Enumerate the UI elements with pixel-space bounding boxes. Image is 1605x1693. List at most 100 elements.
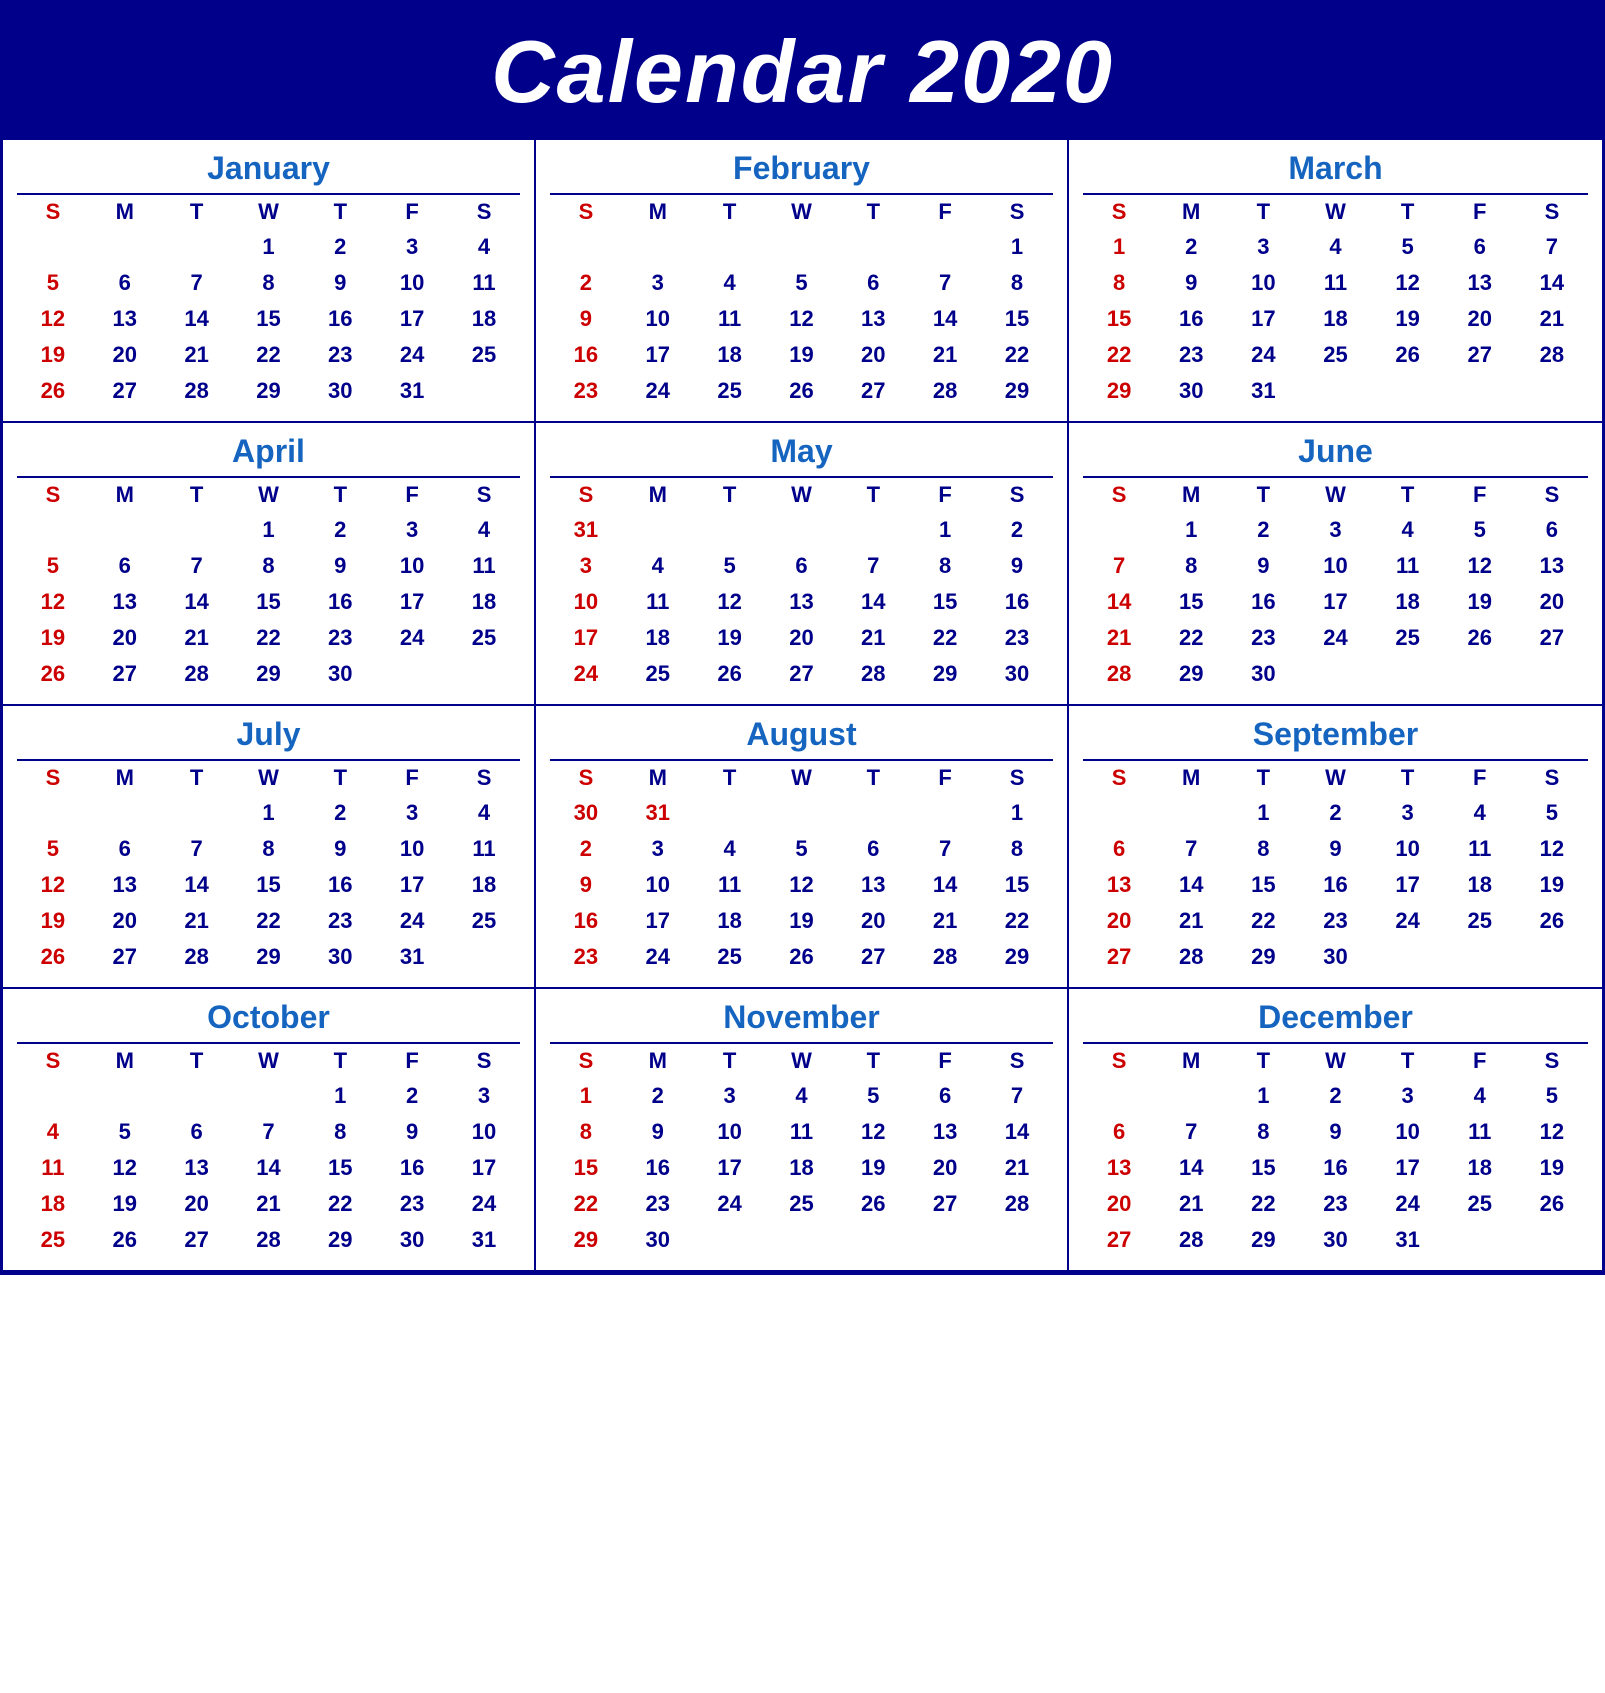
day-cell: 30 [981, 656, 1053, 692]
day-cell [1516, 656, 1588, 692]
day-cell: 27 [837, 939, 909, 975]
day-header-s-0: S [1083, 477, 1155, 512]
day-cell [1516, 373, 1588, 409]
day-cell: 20 [837, 337, 909, 373]
day-cell: 3 [376, 795, 448, 831]
day-cell: 12 [17, 584, 89, 620]
week-row: 123456 [1083, 512, 1588, 548]
day-cell: 3 [694, 1078, 766, 1114]
day-cell: 5 [1372, 229, 1444, 265]
day-cell: 28 [161, 656, 233, 692]
day-cell: 19 [17, 903, 89, 939]
day-cell: 15 [233, 867, 305, 903]
day-cell: 9 [981, 548, 1053, 584]
day-cell: 26 [17, 373, 89, 409]
day-header-w-3: W [766, 477, 838, 512]
day-cell: 9 [550, 867, 622, 903]
day-header-t-2: T [1227, 477, 1299, 512]
calendar-title: Calendar 2020 [3, 3, 1602, 137]
day-cell: 6 [1516, 512, 1588, 548]
day-cell: 14 [161, 867, 233, 903]
month-name-march: March [1083, 150, 1588, 187]
day-header-s-6: S [1516, 1043, 1588, 1078]
day-cell: 8 [1227, 831, 1299, 867]
day-cell: 22 [233, 620, 305, 656]
day-cell: 12 [1444, 548, 1516, 584]
week-row: 27282930 [1083, 939, 1588, 975]
day-cell: 31 [622, 795, 694, 831]
day-cell: 1 [1083, 229, 1155, 265]
week-row: 15161718192021 [1083, 301, 1588, 337]
day-cell: 1 [233, 795, 305, 831]
day-header-f-5: F [1444, 194, 1516, 229]
day-cell: 1 [233, 229, 305, 265]
day-cell: 24 [1372, 1186, 1444, 1222]
day-cell [1299, 373, 1371, 409]
day-cell: 29 [233, 939, 305, 975]
day-header-s-6: S [448, 1043, 520, 1078]
day-header-s-0: S [17, 760, 89, 795]
day-header-t-4: T [1372, 194, 1444, 229]
day-cell: 2 [1299, 795, 1371, 831]
day-cell: 14 [1155, 1150, 1227, 1186]
week-row: 23242526272829 [550, 373, 1053, 409]
day-header-t-2: T [1227, 760, 1299, 795]
week-row: 567891011 [17, 831, 520, 867]
day-cell: 4 [766, 1078, 838, 1114]
day-cell: 24 [376, 620, 448, 656]
day-cell: 29 [1155, 656, 1227, 692]
day-header-w-3: W [1299, 194, 1371, 229]
day-header-s-6: S [981, 760, 1053, 795]
day-cell: 3 [376, 229, 448, 265]
day-cell: 7 [1155, 1114, 1227, 1150]
day-cell: 6 [837, 265, 909, 301]
day-header-t-4: T [837, 477, 909, 512]
month-cell-january: JanuarySMTWTFS12345678910111213141516171… [3, 140, 536, 423]
day-cell: 2 [376, 1078, 448, 1114]
calendar-heading: Calendar 2020 [3, 21, 1602, 123]
day-cell: 10 [376, 831, 448, 867]
day-cell: 16 [1299, 1150, 1371, 1186]
day-cell: 17 [1299, 584, 1371, 620]
day-cell: 27 [909, 1186, 981, 1222]
day-cell: 21 [1083, 620, 1155, 656]
day-cell [694, 1222, 766, 1258]
day-cell: 21 [161, 620, 233, 656]
day-cell: 7 [1155, 831, 1227, 867]
day-cell: 24 [1299, 620, 1371, 656]
day-header-f-5: F [1444, 760, 1516, 795]
day-cell: 14 [233, 1150, 305, 1186]
day-cell: 17 [376, 301, 448, 337]
day-cell: 17 [1372, 867, 1444, 903]
day-cell [837, 229, 909, 265]
day-cell: 13 [1444, 265, 1516, 301]
day-cell: 11 [448, 265, 520, 301]
day-cell: 21 [233, 1186, 305, 1222]
month-table-september: SMTWTFS123456789101112131415161718192021… [1083, 759, 1588, 975]
day-cell: 27 [1444, 337, 1516, 373]
week-row: 12345 [1083, 1078, 1588, 1114]
day-cell: 16 [304, 867, 376, 903]
day-cell: 12 [766, 301, 838, 337]
day-header-t-4: T [837, 1043, 909, 1078]
week-row: 16171819202122 [550, 903, 1053, 939]
month-name-july: July [17, 716, 520, 753]
day-cell: 18 [1372, 584, 1444, 620]
day-cell: 12 [17, 301, 89, 337]
month-table-december: SMTWTFS123456789101112131415161718192021… [1083, 1042, 1588, 1258]
day-cell [622, 229, 694, 265]
day-cell: 4 [448, 512, 520, 548]
day-cell: 22 [304, 1186, 376, 1222]
day-cell [161, 1078, 233, 1114]
day-cell: 18 [17, 1186, 89, 1222]
day-cell: 26 [1444, 620, 1516, 656]
day-cell: 25 [1444, 1186, 1516, 1222]
day-cell: 18 [694, 903, 766, 939]
day-cell: 22 [1227, 1186, 1299, 1222]
day-cell: 15 [233, 584, 305, 620]
day-cell: 9 [304, 265, 376, 301]
day-cell: 8 [233, 831, 305, 867]
day-cell: 5 [1516, 1078, 1588, 1114]
day-cell: 26 [694, 656, 766, 692]
week-row: 17181920212223 [550, 620, 1053, 656]
